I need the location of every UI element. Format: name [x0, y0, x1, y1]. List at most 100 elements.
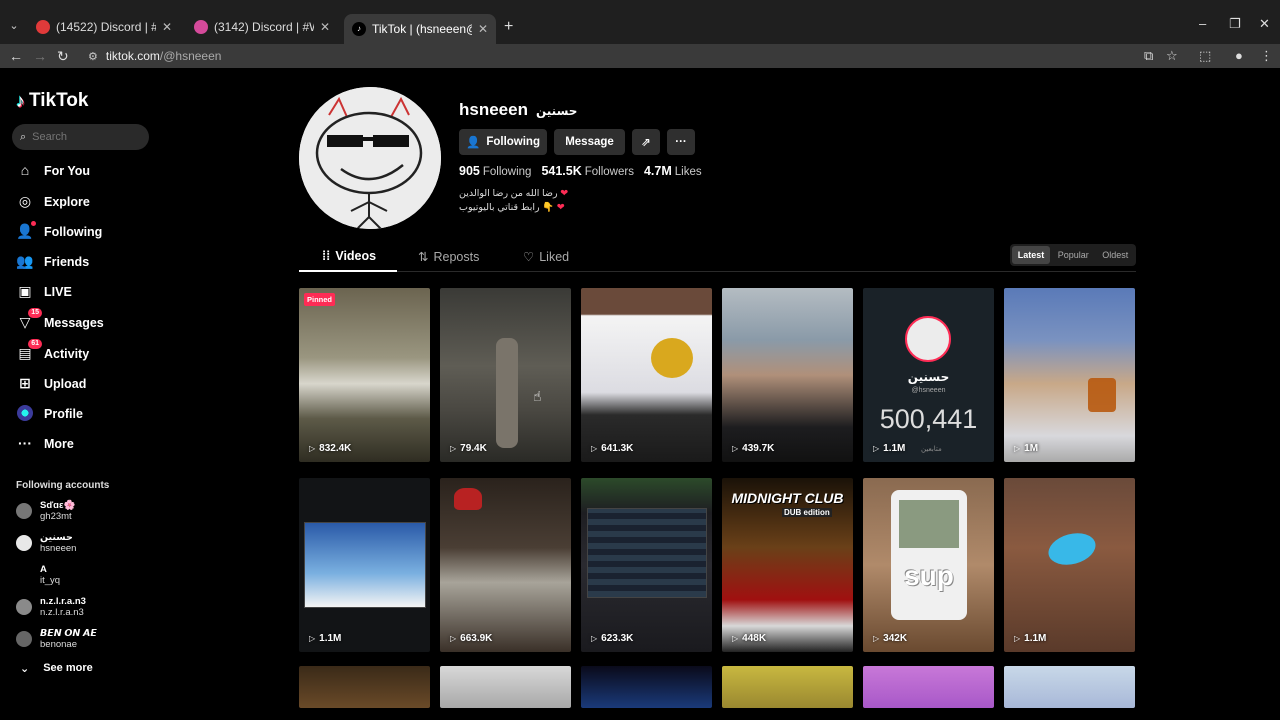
account-handle: it_yq [40, 575, 61, 586]
stat-followers[interactable]: 541.5K Followers [541, 164, 634, 178]
play-icon: ▷ [309, 444, 316, 453]
account-name: حسنين [40, 532, 73, 543]
site-info-icon[interactable]: ⚙ [88, 50, 98, 63]
nav-explore[interactable]: ◎ Explore [16, 191, 216, 213]
install-app-icon[interactable]: ⧉ [1144, 48, 1153, 64]
maximize-icon[interactable]: ❐ [1229, 16, 1241, 32]
repost-icon: ⇅ [418, 250, 429, 264]
account-handle: gh23mt [40, 511, 72, 522]
close-tab-icon[interactable]: ✕ [162, 20, 172, 34]
video-card[interactable] [581, 666, 712, 708]
nav-live[interactable]: ▣ LIVE [16, 281, 216, 303]
stat-value: 905 [459, 164, 480, 178]
video-card[interactable]: ▷ 1.1M [299, 478, 430, 652]
nav-for-you[interactable]: ⌂ For You [16, 160, 216, 182]
following-account[interactable]: Ait_yq [16, 563, 216, 587]
new-tab-icon[interactable]: + [504, 18, 513, 36]
back-arrow-icon[interactable]: ← [9, 48, 23, 64]
tiktok-note-icon: ♪ [16, 90, 25, 111]
video-card[interactable]: ▷ 641.3K [581, 288, 712, 462]
more-options-button[interactable]: ··· [667, 129, 695, 155]
video-card[interactable]: MIDNIGHT CLUB DUB edition ▷ 448K [722, 478, 853, 652]
tab-liked[interactable]: ♡ Liked [523, 249, 570, 265]
video-card[interactable] [299, 666, 430, 708]
bookmark-star-icon[interactable]: ☆ [1166, 48, 1178, 64]
view-count-value: 663.9K [460, 633, 493, 644]
close-window-icon[interactable]: ✕ [1259, 16, 1270, 32]
stat-following[interactable]: 905 Following [459, 164, 531, 178]
close-tab-icon[interactable]: ✕ [478, 22, 488, 36]
browser-tab-discord-2[interactable]: (3142) Discord | #Welcome | Cl ✕ [186, 14, 338, 40]
view-count: ▷ 1M [1014, 443, 1038, 454]
video-card[interactable] [863, 666, 994, 708]
overlay-game-title: MIDNIGHT CLUB [731, 490, 844, 506]
avatar [16, 631, 32, 647]
discord-favicon-icon [36, 20, 50, 34]
browser-menu-icon[interactable]: ⋮ [1260, 48, 1273, 64]
sort-toggle: Latest Popular Oldest [1010, 244, 1136, 266]
logo-text: TikTok [29, 90, 89, 111]
play-icon: ▷ [591, 444, 598, 453]
video-card[interactable] [440, 666, 571, 708]
following-account[interactable]: Sďɑε🌸 gh23mt [16, 499, 216, 523]
sort-popular-button[interactable]: Popular [1052, 246, 1095, 264]
sort-latest-button[interactable]: Latest [1012, 246, 1050, 264]
reload-icon[interactable]: ↻ [57, 48, 69, 65]
search-input[interactable] [32, 131, 133, 143]
search-box[interactable]: ⌕ [12, 124, 149, 150]
profile-avatar-icon[interactable]: ● [1235, 48, 1243, 63]
video-card[interactable]: ▷ 1M [1004, 288, 1135, 462]
profile-icon [16, 405, 34, 423]
following-button[interactable]: 👤 Following [459, 129, 547, 155]
overlay-brand: sup [904, 560, 954, 591]
nav-upload[interactable]: ⊞ Upload [16, 373, 216, 395]
extensions-icon[interactable]: ⬚ [1199, 48, 1211, 64]
view-count: ▷ 439.7K [732, 443, 774, 454]
following-account[interactable]: 𝘽𝙀𝙉 𝙊𝙉 𝘼𝙀 benonae [16, 627, 216, 651]
tab-videos[interactable]: ⁞⁞ Videos [322, 249, 376, 263]
see-more-button[interactable]: ⌄ See more [20, 662, 93, 675]
video-card[interactable] [722, 666, 853, 708]
nav-activity[interactable]: ▤ 61 Activity [16, 339, 216, 365]
video-card[interactable]: ▷ 79.4K [440, 288, 571, 462]
avatar [16, 535, 32, 551]
nav-more[interactable]: ··· More [16, 433, 216, 455]
profile-avatar[interactable] [299, 87, 441, 229]
overlay-followers-label: متابعين [921, 446, 942, 453]
video-card[interactable]: Pinned ▷ 832.4K [299, 288, 430, 462]
video-card[interactable]: ▷ 439.7K [722, 288, 853, 462]
close-tab-icon[interactable]: ✕ [320, 20, 330, 34]
following-account[interactable]: حسنين hsneeen [16, 531, 216, 555]
tab-search-chevron-icon[interactable]: ⌄ [6, 18, 22, 34]
sort-oldest-button[interactable]: Oldest [1097, 246, 1135, 264]
browser-tab-discord-1[interactable]: (14522) Discord | #آ،ُ سكوردل ✕ [28, 14, 180, 40]
video-card[interactable]: ▷ 623.3K [581, 478, 712, 652]
minimize-icon[interactable]: – [1199, 16, 1206, 31]
profile-name-block: hsneeen حسنين [459, 100, 577, 120]
following-account[interactable]: n.z.l.r.a.n3 n.z.l.r.a.n3 [16, 595, 216, 619]
thumbnail-figure [496, 338, 518, 448]
nav-friends[interactable]: 👥 Friends [16, 251, 216, 273]
video-card[interactable]: sup ▷ 342K [863, 478, 994, 652]
tiktok-logo[interactable]: ♪ TikTok [16, 90, 88, 112]
tab-label: Liked [539, 249, 570, 264]
view-count-value: 641.3K [601, 443, 634, 454]
video-card[interactable]: ▷ 663.9K [440, 478, 571, 652]
view-count-value: 1.1M [883, 443, 906, 454]
tab-reposts[interactable]: ⇅ Reposts [418, 249, 479, 265]
thumbnail-cup [1088, 378, 1116, 412]
nav-messages[interactable]: ▽ 15 Messages [16, 308, 216, 334]
nav-following[interactable]: 👤 Following [16, 221, 216, 243]
video-card[interactable]: ▷ 1.1M [1004, 478, 1135, 652]
video-card[interactable] [1004, 666, 1135, 708]
message-button[interactable]: Message [554, 129, 625, 155]
nav-profile[interactable]: Profile [16, 403, 216, 425]
forward-arrow-icon[interactable]: → [33, 48, 47, 64]
thumbnail-inset [304, 522, 426, 608]
address-bar[interactable]: ⚙ tiktok.com/@hsneeen [80, 44, 1130, 68]
stat-label: Following [482, 166, 532, 178]
share-button[interactable]: ⇗ [632, 129, 660, 155]
browser-tab-tiktok[interactable]: ♪ TikTok | (hsneeen@) حسنين ✕ [344, 14, 496, 44]
video-card[interactable]: حسنين @hsneeen 500,441 متابعين ▷ 1.1M [863, 288, 994, 462]
view-count: ▷ 79.4K [450, 443, 487, 454]
